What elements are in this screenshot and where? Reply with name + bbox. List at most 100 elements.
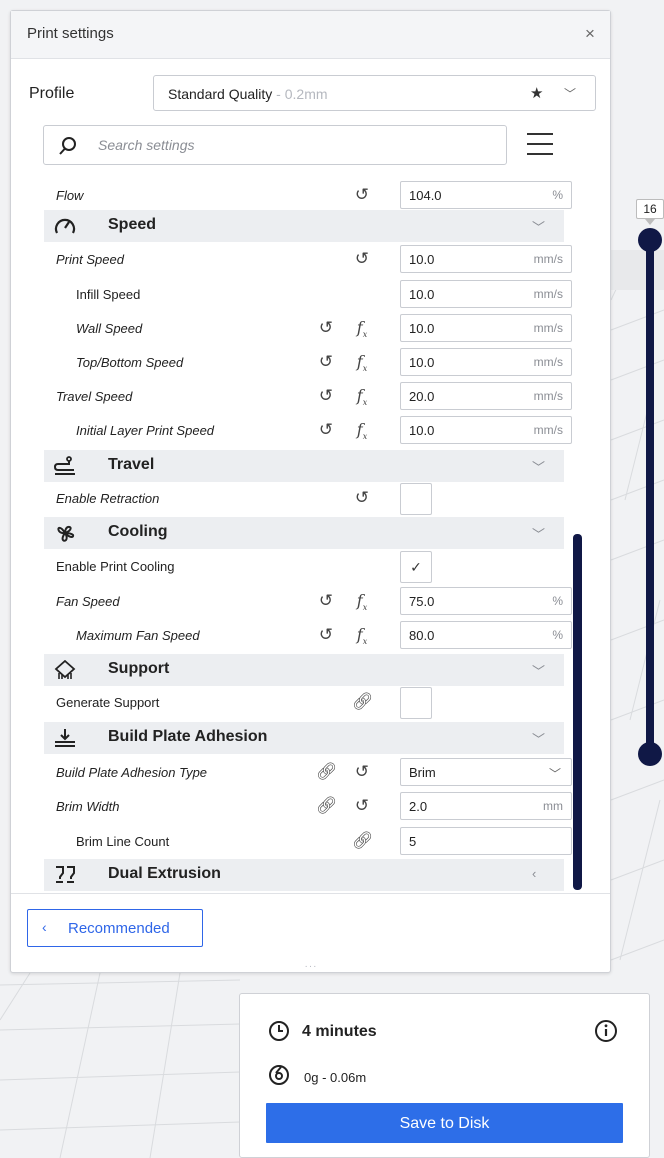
chevron-icon: ﹀: [532, 732, 546, 747]
save-to-disk-button[interactable]: Save to Disk: [266, 1103, 623, 1143]
setting-flow: Flow ↺ 104.0%: [44, 179, 572, 213]
link-icon: 🔗︎: [352, 831, 374, 850]
category-speed[interactable]: Speed ﹀: [44, 210, 564, 242]
function-icon[interactable]: fx: [352, 591, 372, 612]
setting-generate-support: Generate Support 🔗︎: [44, 686, 564, 720]
setting-checkbox[interactable]: [400, 483, 432, 515]
setting-input[interactable]: 5: [400, 827, 572, 855]
setting-checkbox[interactable]: [400, 687, 432, 719]
setting-label: Fan Speed: [56, 594, 120, 609]
setting-label: Brim Width: [56, 799, 120, 814]
search-input[interactable]: [96, 126, 496, 164]
clock-icon: [269, 1021, 289, 1041]
category-support[interactable]: Support ﹀: [44, 654, 564, 686]
setting-brim-width: Brim Width 🔗︎ ↺ 2.0 mm: [44, 790, 572, 824]
panel-title: Print settings: [27, 25, 114, 42]
reset-icon[interactable]: ↺: [352, 762, 372, 782]
setting-label: Brim Line Count: [76, 834, 170, 849]
reset-icon[interactable]: ↺: [316, 625, 336, 645]
setting-unit: mm/s: [533, 423, 563, 437]
profile-label: Profile: [29, 85, 75, 102]
profile-select[interactable]: Standard Quality - 0.2mm ★ ﹀: [153, 75, 596, 111]
setting-input[interactable]: 75.0%: [400, 587, 572, 615]
reset-icon[interactable]: ↺: [316, 352, 336, 372]
setting-checkbox[interactable]: ✓: [400, 551, 432, 583]
settings-scrollbar[interactable]: [573, 534, 582, 890]
category-label: Cooling: [108, 523, 168, 540]
adhesion-icon: [54, 728, 76, 748]
function-icon[interactable]: fx: [352, 420, 372, 441]
info-icon[interactable]: [594, 1019, 618, 1043]
setting-unit: mm/s: [533, 287, 563, 301]
function-icon[interactable]: fx: [352, 386, 372, 407]
setting-input[interactable]: 80.0%: [400, 621, 572, 649]
search-box[interactable]: [43, 125, 507, 165]
setting-value: 75.0: [409, 594, 435, 609]
reset-icon[interactable]: ↺: [316, 386, 336, 406]
link-icon: 🔗︎: [316, 762, 338, 781]
recommended-button[interactable]: ‹ Recommended: [27, 909, 203, 947]
setting-value: 20.0: [409, 389, 435, 404]
layer-slider-bottom-handle[interactable]: [638, 742, 662, 766]
setting-wall-speed: Wall Speed ↺ fx 10.0 mm/s: [44, 312, 572, 346]
setting-label: Top/Bottom Speed: [76, 355, 184, 370]
setting-label: Infill Speed: [76, 287, 141, 302]
setting-top-bottom-speed: Top/Bottom Speed ↺ fx 10.0 mm/s: [44, 346, 572, 380]
function-icon[interactable]: fx: [352, 352, 372, 373]
setting-maximum-fan-speed: Maximum Fan Speed ↺ fx 80.0%: [44, 619, 572, 653]
reset-icon[interactable]: ↺: [352, 796, 372, 816]
resize-grip-icon[interactable]: ···: [299, 962, 323, 972]
link-icon: 🔗︎: [316, 796, 338, 815]
reset-icon[interactable]: ↺: [352, 488, 372, 508]
print-settings-panel: Print settings × Profile Standard Qualit…: [10, 10, 611, 973]
reset-icon[interactable]: ↺: [352, 185, 372, 205]
layer-slider-top-handle[interactable]: [638, 228, 662, 252]
setting-value: 10.0: [409, 321, 435, 336]
setting-unit: %: [552, 594, 563, 608]
search-icon: [59, 137, 76, 155]
setting-input[interactable]: 10.0 mm/s: [400, 348, 572, 376]
star-icon[interactable]: ★: [530, 84, 543, 102]
category-dual-extrusion[interactable]: Dual Extrusion ‹: [44, 859, 564, 891]
setting-value: Brim: [409, 765, 436, 780]
settings-menu-icon[interactable]: [527, 133, 553, 157]
setting-label: Initial Layer Print Speed: [76, 423, 215, 438]
setting-brim-line-count: Brim Line Count 🔗︎ 5: [44, 825, 572, 859]
category-build-plate-adhesion[interactable]: Build Plate Adhesion ﹀: [44, 722, 564, 754]
close-icon[interactable]: ×: [579, 23, 601, 45]
profile-layer-height: - 0.2mm: [272, 86, 328, 102]
setting-label: Maximum Fan Speed: [76, 628, 200, 643]
chevron-icon: ﹀: [532, 220, 546, 235]
setting-input[interactable]: 104.0%: [400, 181, 572, 209]
function-icon[interactable]: fx: [352, 318, 372, 339]
fan-icon: [54, 523, 76, 543]
reset-icon[interactable]: ↺: [316, 591, 336, 611]
setting-unit: %: [552, 188, 563, 202]
layer-number-label: 16: [636, 199, 664, 219]
setting-input[interactable]: 10.0 mm/s: [400, 314, 572, 342]
setting-dropdown[interactable]: Brim ﹀: [400, 758, 572, 786]
filament-spool-icon: [269, 1065, 289, 1085]
chevron-icon: ‹: [532, 866, 537, 881]
reset-icon[interactable]: ↺: [316, 318, 336, 338]
category-travel[interactable]: Travel ﹀: [44, 450, 564, 482]
setting-input[interactable]: 10.0 mm/s: [400, 416, 572, 444]
setting-input[interactable]: 2.0 mm: [400, 792, 572, 820]
setting-label: Print Speed: [56, 252, 124, 267]
category-label: Build Plate Adhesion: [108, 728, 268, 745]
setting-label: Travel Speed: [56, 389, 133, 404]
setting-value: 104.0: [409, 188, 442, 203]
function-icon[interactable]: fx: [352, 625, 372, 646]
chevron-down-icon: ﹀: [548, 767, 561, 781]
category-cooling[interactable]: Cooling ﹀: [44, 517, 564, 549]
setting-input[interactable]: 10.0 mm/s: [400, 280, 572, 308]
setting-unit: mm/s: [533, 389, 563, 403]
setting-value: 5: [409, 834, 417, 849]
reset-icon[interactable]: ↺: [316, 420, 336, 440]
setting-input[interactable]: 20.0 mm/s: [400, 382, 572, 410]
layer-slider-track[interactable]: [646, 238, 654, 755]
setting-value: 10.0: [409, 423, 435, 438]
setting-label: Enable Retraction: [56, 491, 160, 506]
setting-input[interactable]: 10.0 mm/s: [400, 245, 572, 273]
reset-icon[interactable]: ↺: [352, 249, 372, 269]
